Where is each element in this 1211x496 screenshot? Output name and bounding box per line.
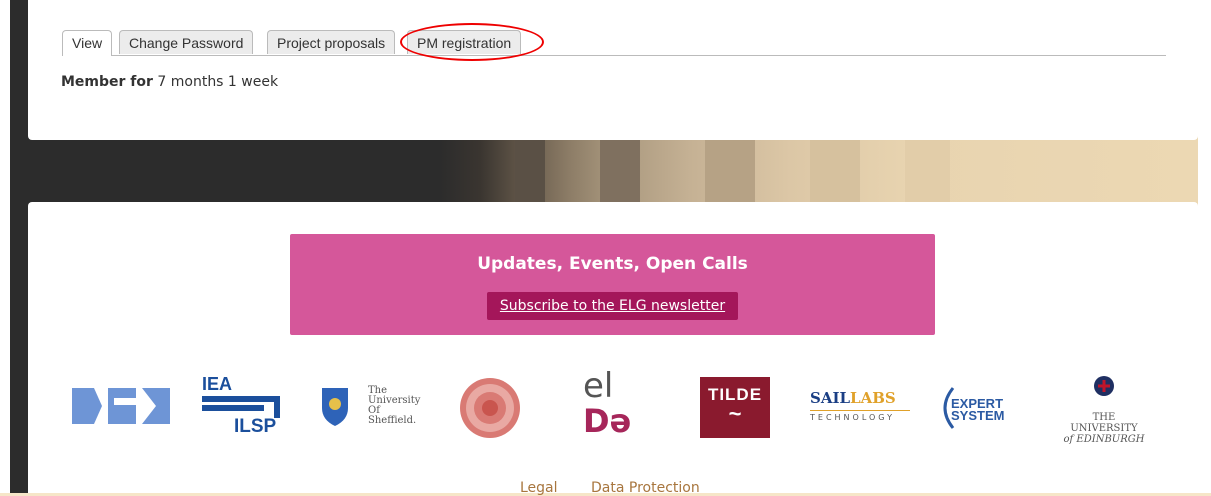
subscribe-newsletter-link[interactable]: Subscribe to the ELG newsletter: [487, 292, 738, 320]
ilsp-logo[interactable]: IEA ILSP: [200, 374, 286, 438]
profile-tabs: View Change Password Project proposals P…: [62, 30, 1166, 56]
footer-data-protection-link[interactable]: Data Protection: [591, 480, 700, 496]
tab-view[interactable]: View: [62, 30, 113, 56]
elda-logo-top: el: [583, 366, 614, 406]
expert-system-line2: SYSTEM: [951, 408, 1005, 423]
edinburgh-line1: THE UNIVERSITY: [1070, 412, 1138, 434]
sheffield-line4: Sheffield.: [368, 415, 417, 426]
expert-system-logo[interactable]: EXPERT SYSTEM: [933, 386, 1033, 430]
elda-logo[interactable]: el Dә: [583, 366, 643, 440]
edinburgh-logo[interactable]: THE UNIVERSITY of EDINBURGH: [1058, 374, 1150, 445]
newsletter-title: Updates, Events, Open Calls: [477, 254, 748, 274]
page-margin-left: [0, 0, 10, 493]
saillabs-logo[interactable]: SAILLABS TECHNOLOGY: [810, 389, 910, 429]
background-stripe: [705, 140, 755, 202]
ilsp-logo-bottom: ILSP: [234, 416, 277, 437]
annotation-circle: [400, 23, 544, 61]
profile-card: [28, 0, 1198, 140]
tilde-logo[interactable]: TILDE ~: [700, 377, 770, 438]
tab-change-password[interactable]: Change Password: [119, 30, 254, 54]
background-stripe: [515, 140, 545, 202]
newsletter-banner: Updates, Events, Open Calls Subscribe to…: [290, 234, 935, 335]
tab-project-proposals[interactable]: Project proposals: [267, 30, 396, 54]
page-margin-right: [1198, 0, 1211, 493]
background-stripe: [905, 140, 950, 202]
member-duration: Member for 7 months 1 week: [61, 74, 278, 90]
background-stripe: [810, 140, 860, 202]
background-stripe: [600, 140, 640, 202]
saillabs-logo-sail: SAIL: [810, 389, 851, 407]
ilsp-logo-top: IEA: [202, 374, 233, 394]
member-label: Member for: [61, 74, 153, 90]
charles-university-seal[interactable]: [458, 376, 522, 440]
sheffield-logo[interactable]: The University Of Sheffield.: [320, 384, 420, 432]
saillabs-logo-sub: TECHNOLOGY: [810, 413, 895, 422]
elda-logo-bottom: Dә: [583, 402, 632, 440]
dfki-logo[interactable]: [72, 386, 170, 428]
footer-legal-link[interactable]: Legal: [520, 480, 558, 496]
edinburgh-line2: of EDINBURGH: [1063, 434, 1145, 445]
member-value: 7 months 1 week: [157, 74, 279, 90]
saillabs-logo-labs: LABS: [850, 389, 896, 407]
